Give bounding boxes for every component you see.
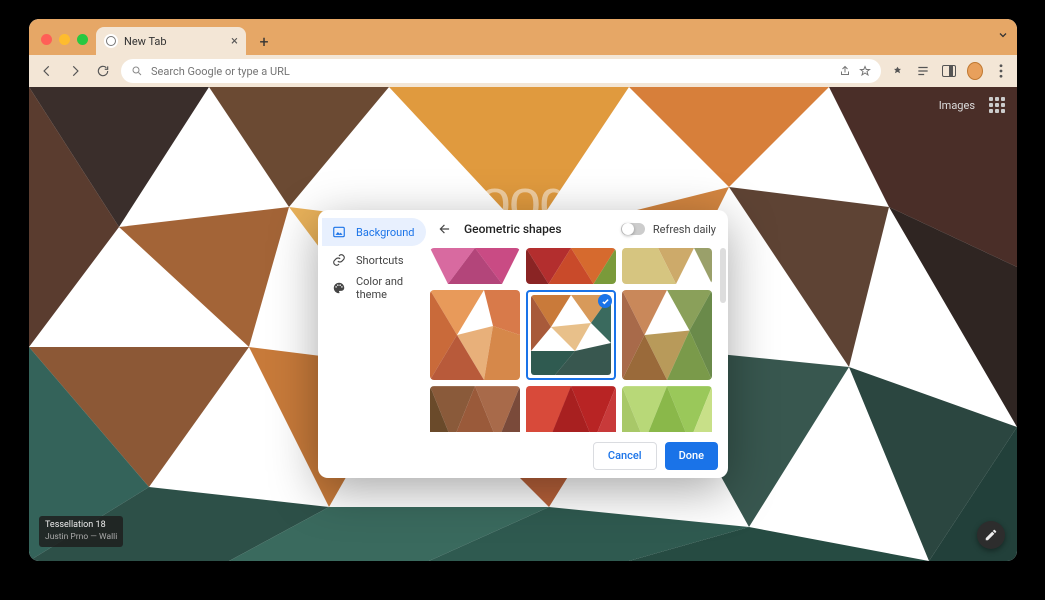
dialog-title: Geometric shapes (464, 222, 562, 236)
background-tile-selected[interactable] (526, 290, 616, 380)
selected-check-icon (598, 294, 612, 308)
background-tile[interactable] (622, 386, 712, 432)
done-button[interactable]: Done (665, 442, 718, 470)
panel-icon (942, 65, 956, 77)
window-minimize-button[interactable] (59, 34, 70, 45)
arrow-right-icon (68, 64, 82, 78)
dialog-back-button[interactable] (434, 218, 456, 240)
reload-button[interactable] (93, 61, 113, 81)
customize-dialog: Background Shortcuts (318, 210, 728, 478)
new-tab-button[interactable]: + (252, 29, 276, 53)
forward-button[interactable] (65, 61, 85, 81)
back-button[interactable] (37, 61, 57, 81)
background-tile[interactable] (430, 290, 520, 380)
tab-title: New Tab (124, 35, 167, 48)
window-maximize-button[interactable] (77, 34, 88, 45)
link-icon (332, 253, 346, 267)
refresh-daily-toggle[interactable] (621, 223, 645, 235)
avatar-icon (967, 62, 983, 80)
toolbar (29, 55, 1017, 87)
image-icon (332, 225, 346, 239)
browser-tab[interactable]: New Tab × (96, 27, 246, 55)
puzzle-icon (891, 65, 904, 78)
dialog-footer: Cancel Done (318, 432, 728, 478)
star-icon (859, 65, 871, 77)
background-tile[interactable] (526, 386, 616, 432)
reading-list-button[interactable] (915, 63, 931, 79)
background-grid-row (430, 290, 716, 380)
background-tile[interactable] (622, 248, 712, 284)
sidebar-item-color-theme[interactable]: Color and theme (322, 274, 426, 302)
window-close-button[interactable] (41, 34, 52, 45)
background-tile[interactable] (430, 386, 520, 432)
sidebar-label: Color and theme (356, 275, 416, 301)
sidebar-label: Background (356, 226, 414, 239)
search-icon (131, 65, 143, 77)
share-icon (839, 65, 851, 77)
tab-favicon (104, 34, 118, 48)
background-grid-row (430, 248, 716, 284)
arrow-left-icon (40, 64, 54, 78)
sidebar-label: Shortcuts (356, 254, 404, 267)
address-input[interactable] (151, 65, 831, 78)
refresh-daily-label: Refresh daily (653, 223, 716, 236)
share-button[interactable] (839, 65, 851, 77)
dialog-sidebar: Background Shortcuts (318, 210, 430, 432)
new-tab-page: Images Google Tessellation 18 Justin Prn… (29, 87, 1017, 561)
background-tile[interactable] (622, 290, 712, 380)
background-grid-scroll[interactable] (430, 248, 728, 432)
dialog-header: Geometric shapes Refresh daily (430, 210, 728, 248)
menu-button[interactable] (993, 63, 1009, 79)
reload-icon (96, 64, 110, 78)
background-tile[interactable] (526, 248, 616, 284)
tab-close-button[interactable]: × (231, 35, 238, 48)
window-dropdown-button[interactable] (997, 29, 1009, 41)
arrow-left-icon (438, 222, 452, 236)
background-grid-row (430, 386, 716, 432)
list-icon (916, 64, 930, 78)
chevron-down-icon (997, 29, 1009, 41)
palette-icon (332, 281, 346, 295)
extensions-button[interactable] (889, 63, 905, 79)
sidebar-item-shortcuts[interactable]: Shortcuts (322, 246, 426, 274)
kebab-icon (999, 64, 1003, 78)
sidebar-item-background[interactable]: Background (322, 218, 426, 246)
address-bar[interactable] (121, 59, 881, 83)
browser-window: New Tab × + (29, 19, 1017, 561)
profile-button[interactable] (967, 63, 983, 79)
dialog-backdrop: Background Shortcuts (29, 87, 1017, 561)
cancel-button[interactable]: Cancel (593, 442, 657, 470)
background-tile[interactable] (430, 248, 520, 284)
dialog-main: Geometric shapes Refresh daily (430, 210, 728, 432)
tab-strip: New Tab × + (29, 19, 1017, 55)
toolbar-actions (889, 63, 1009, 79)
scrollbar-thumb[interactable] (720, 248, 726, 303)
window-controls (35, 34, 96, 55)
bookmark-button[interactable] (859, 65, 871, 77)
side-panel-button[interactable] (941, 63, 957, 79)
